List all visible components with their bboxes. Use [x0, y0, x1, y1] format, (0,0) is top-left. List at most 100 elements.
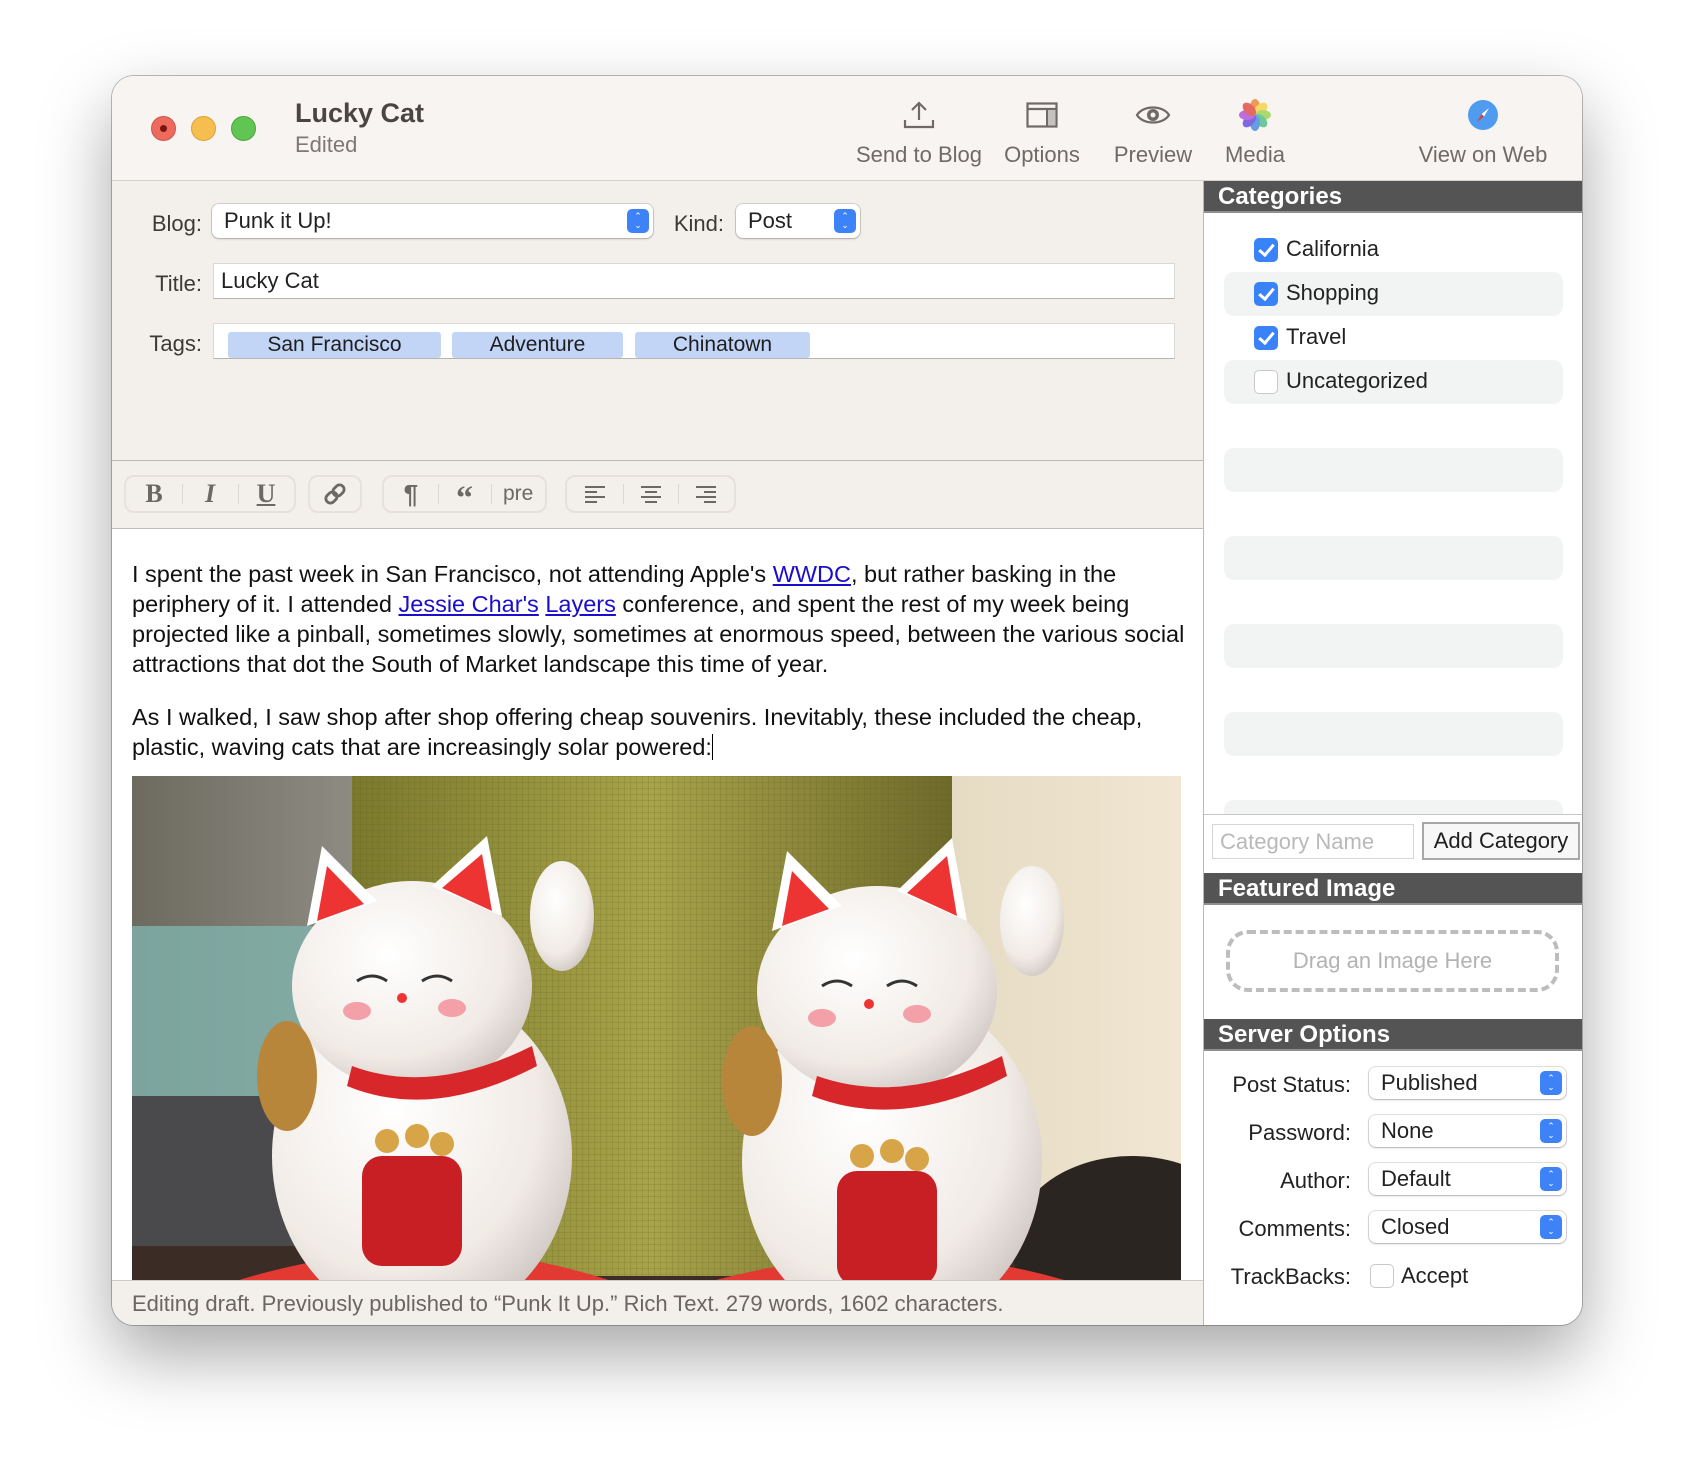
text-run: As I walked, I saw shop after shop offer… [132, 704, 1143, 760]
view-on-web-label: View on Web [1418, 142, 1548, 167]
chevron-updown-icon: ⌃ ⌄ [1540, 1071, 1562, 1095]
empty-category-row [1224, 536, 1563, 580]
upload-icon [852, 94, 986, 136]
document-status: Edited [295, 132, 358, 157]
close-window-button[interactable] [151, 116, 176, 141]
media-label: Media [1225, 142, 1285, 167]
kind-select[interactable]: Post ⌃ ⌄ [736, 204, 860, 238]
paragraph-button[interactable]: ¶ [384, 477, 438, 511]
category-label: Shopping [1286, 280, 1379, 305]
view-on-web-button[interactable]: View on Web [1410, 94, 1556, 174]
zoom-window-button[interactable] [231, 116, 256, 141]
align-right-icon [696, 486, 717, 503]
safari-compass-icon [1410, 94, 1556, 136]
featured-image-header: Featured Image [1204, 873, 1582, 905]
editor-window: Lucky Cat Edited Send to Blog Options Pr… [112, 76, 1582, 1325]
category-label: Travel [1286, 324, 1347, 349]
empty-category-row [1224, 712, 1563, 756]
bold-button[interactable]: B [126, 477, 182, 511]
comments-select[interactable]: Closed ⌃ ⌄ [1369, 1211, 1566, 1243]
category-checkbox[interactable] [1254, 282, 1278, 306]
blockquote-button[interactable]: “ [437, 477, 492, 517]
eye-icon [1104, 94, 1202, 136]
preview-button[interactable]: Preview [1104, 94, 1202, 174]
chevron-updown-icon: ⌃ ⌄ [627, 209, 649, 233]
chevron-updown-icon: ⌃ ⌄ [1540, 1167, 1562, 1191]
jessie-char-link[interactable]: Jessie Char's [399, 591, 539, 617]
text-caret [711, 734, 713, 760]
tags-label: Tags: [149, 331, 202, 356]
italic-button[interactable]: I [182, 477, 238, 511]
blog-label: Blog: [151, 211, 202, 236]
category-row[interactable]: Travel [1224, 316, 1563, 360]
kind-label: Kind: [673, 211, 724, 236]
photos-flower-icon [1212, 94, 1298, 136]
photo-illustration [132, 776, 1181, 1280]
blog-select-value: Punk it Up! [224, 208, 332, 233]
category-checkbox[interactable] [1254, 370, 1278, 394]
categories-header: Categories [1204, 181, 1582, 213]
layers-link[interactable]: Layers [545, 591, 616, 617]
empty-category-row [1224, 448, 1563, 492]
wwdc-link[interactable]: WWDC [773, 561, 851, 587]
trackbacks-label: TrackBacks: [1230, 1264, 1351, 1289]
kind-select-value: Post [748, 208, 793, 233]
preview-label: Preview [1113, 142, 1193, 167]
comments-label: Comments: [1238, 1216, 1351, 1241]
title-input[interactable]: Lucky Cat [213, 263, 1175, 299]
category-checkbox[interactable] [1254, 326, 1278, 350]
options-button[interactable]: Options [992, 94, 1092, 174]
block-style-group: ¶ “ pre [382, 475, 547, 517]
align-center-button[interactable] [622, 477, 679, 511]
tag-token[interactable]: Adventure [452, 332, 623, 358]
inspector-sidebar: Categories California Shopping Travel Un… [1203, 181, 1582, 1325]
alignment-group [565, 475, 736, 513]
rich-text-editor[interactable]: I spent the past week in San Francisco, … [112, 529, 1203, 1280]
category-name-input[interactable]: Category Name [1212, 824, 1414, 859]
status-bar: Editing draft. Previously published to “… [112, 1280, 1203, 1325]
category-label: California [1286, 236, 1379, 261]
preformatted-button[interactable]: pre [491, 477, 545, 511]
align-right-button[interactable] [678, 477, 734, 511]
underline-button[interactable]: U [238, 477, 294, 511]
author-select[interactable]: Default ⌃ ⌄ [1369, 1163, 1566, 1195]
server-options-header: Server Options [1204, 1019, 1582, 1051]
author-value: Default [1381, 1166, 1451, 1191]
title-bar: Lucky Cat Edited Send to Blog Options Pr… [112, 76, 1582, 181]
post-status-select[interactable]: Published ⌃ ⌄ [1369, 1067, 1566, 1099]
author-label: Author: [1280, 1168, 1351, 1193]
tag-token[interactable]: Chinatown [635, 332, 810, 358]
sidebar-layout-icon [992, 94, 1092, 136]
add-category-button[interactable]: Add Category [1422, 822, 1580, 860]
category-row[interactable]: Shopping [1224, 272, 1563, 316]
featured-image-dropzone[interactable]: Drag an Image Here [1226, 930, 1559, 992]
text-run: I spent the past week in San Francisco, … [132, 561, 773, 587]
category-row[interactable]: California [1224, 228, 1563, 272]
category-row[interactable]: Uncategorized [1224, 360, 1563, 404]
password-select[interactable]: None ⌃ ⌄ [1369, 1115, 1566, 1147]
minimize-window-button[interactable] [191, 116, 216, 141]
trackbacks-accept-label: Accept [1401, 1263, 1469, 1288]
media-button[interactable]: Media [1212, 94, 1298, 174]
align-left-button[interactable] [567, 477, 623, 511]
tags-input[interactable]: San Francisco Adventure Chinatown [213, 323, 1175, 359]
options-label: Options [1004, 142, 1080, 167]
empty-category-row [1224, 624, 1563, 668]
blog-select[interactable]: Punk it Up! ⌃ ⌄ [212, 204, 653, 238]
text-style-group: B I U [124, 475, 296, 513]
post-status-label: Post Status: [1232, 1072, 1351, 1097]
trackbacks-checkbox[interactable] [1370, 1264, 1394, 1288]
post-fields: Blog: Punk it Up! ⌃ ⌄ Kind: Post ⌃ ⌄ Title… [112, 181, 1203, 461]
paragraph-2: As I walked, I saw shop after shop offer… [132, 702, 1192, 762]
send-to-blog-button[interactable]: Send to Blog [852, 94, 986, 174]
category-checkbox[interactable] [1254, 238, 1278, 262]
chevron-updown-icon: ⌃ ⌄ [834, 209, 856, 233]
tag-token[interactable]: San Francisco [228, 332, 441, 358]
document-title: Lucky Cat [295, 98, 425, 128]
password-label: Password: [1248, 1120, 1351, 1145]
link-button[interactable] [310, 477, 360, 511]
lucky-cats-photo[interactable] [132, 776, 1181, 1280]
link-icon [324, 483, 346, 505]
comments-value: Closed [1381, 1214, 1450, 1239]
password-value: None [1381, 1118, 1434, 1143]
